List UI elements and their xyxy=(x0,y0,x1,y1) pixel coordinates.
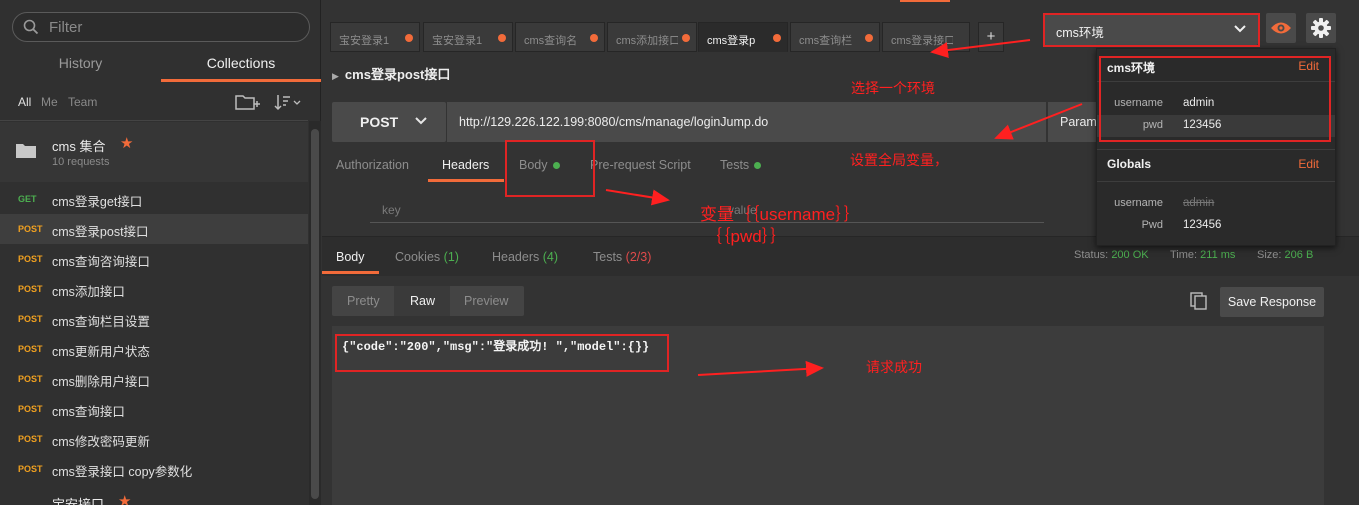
arrow-to-url xyxy=(994,103,1083,140)
arrow-to-variable xyxy=(605,189,670,206)
arrow-to-tabs xyxy=(930,39,1031,58)
annotation-arrows xyxy=(605,39,1083,377)
arrow-to-success xyxy=(697,360,824,377)
